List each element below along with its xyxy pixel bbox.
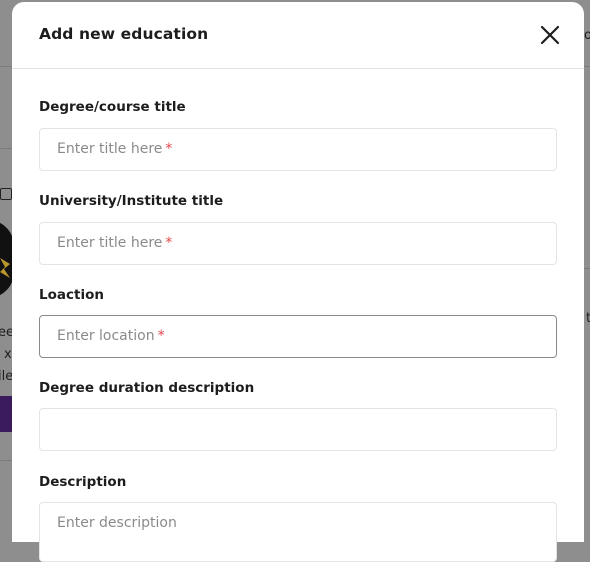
description-placeholder: Enter description [57, 515, 177, 531]
bg-text: x [4, 347, 12, 362]
duration-input[interactable] [39, 408, 557, 451]
required-mark: * [157, 328, 165, 344]
location-label: Loaction [39, 287, 104, 303]
required-mark: * [165, 141, 173, 157]
description-label: Description [39, 474, 127, 490]
university-title-label: University/Institute title [39, 193, 224, 209]
bg-divider [0, 460, 12, 461]
degree-title-label: Degree/course title [39, 99, 186, 115]
degree-title-input[interactable]: Enter title here * [39, 128, 557, 171]
duration-label: Degree duration description [39, 380, 255, 396]
close-button[interactable] [538, 23, 562, 47]
required-mark: * [165, 235, 173, 251]
university-title-input[interactable]: Enter title here * [39, 222, 557, 265]
location-input[interactable]: Enter location * [39, 315, 557, 358]
add-education-modal: Add new education Degree/course title En… [12, 2, 584, 562]
camera-icon [0, 188, 12, 200]
modal-header: Add new education [12, 2, 584, 69]
location-placeholder: Enter location * [57, 328, 165, 344]
university-title-placeholder: Enter title here * [57, 235, 173, 251]
bg-divider [0, 148, 12, 149]
bg-text: t [586, 311, 590, 326]
bg-button [0, 396, 12, 432]
modal-title: Add new education [39, 25, 209, 43]
bg-text: on [584, 28, 590, 43]
degree-title-placeholder: Enter title here * [57, 141, 173, 157]
close-icon [540, 25, 560, 45]
description-textarea[interactable]: Enter description [39, 502, 557, 562]
